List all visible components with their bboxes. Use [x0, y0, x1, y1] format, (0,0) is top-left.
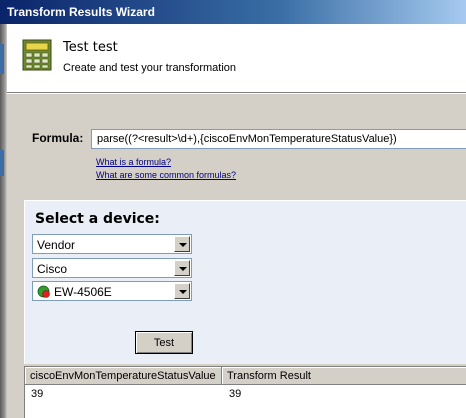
formula-input[interactable]: parse((?<result>\d+),{ciscoEnvMonTempera…	[91, 129, 466, 149]
device-value: EW-4506E	[54, 285, 112, 299]
table-cell: 39	[229, 388, 242, 400]
column-header-transform-result[interactable]: Transform Result	[222, 367, 466, 385]
chevron-down-icon[interactable]	[174, 283, 190, 299]
chevron-down-icon[interactable]	[174, 260, 190, 276]
results-table: ciscoEnvMonTemperatureStatusValue Transf…	[24, 366, 466, 418]
device-panel: Select a device: Vendor Cisco EW-4506E T…	[24, 200, 466, 364]
wizard-header: Test test Create and test your transform…	[7, 24, 466, 92]
window-left-edge	[0, 0, 7, 418]
vendor-value: Cisco	[37, 262, 68, 276]
background-window-edge	[0, 44, 4, 74]
vendor-filter-select[interactable]: Vendor	[32, 234, 192, 254]
vendor-filter-value: Vendor	[37, 238, 76, 252]
column-header-status-value[interactable]: ciscoEnvMonTemperatureStatusValue	[25, 367, 222, 385]
calculator-icon	[22, 39, 52, 71]
header-divider	[7, 92, 466, 94]
page-title: Test test	[63, 40, 118, 55]
background-window-edge	[0, 150, 4, 176]
window-titlebar[interactable]: Transform Results Wizard	[0, 0, 466, 24]
window-title: Transform Results Wizard	[7, 5, 155, 19]
device-select[interactable]: EW-4506E	[32, 281, 192, 301]
device-heading: Select a device:	[35, 211, 160, 227]
table-cell: 39	[31, 388, 44, 400]
vendor-select[interactable]: Cisco	[32, 258, 192, 278]
what-is-formula-link[interactable]: What is a formula?	[96, 157, 171, 167]
chevron-down-icon[interactable]	[174, 236, 190, 252]
page-subtitle: Create and test your transformation	[63, 62, 237, 74]
node-status-icon	[37, 285, 50, 298]
common-formulas-link[interactable]: What are some common formulas?	[96, 170, 236, 180]
test-button[interactable]: Test	[135, 331, 193, 354]
formula-label: Formula:	[32, 131, 84, 145]
